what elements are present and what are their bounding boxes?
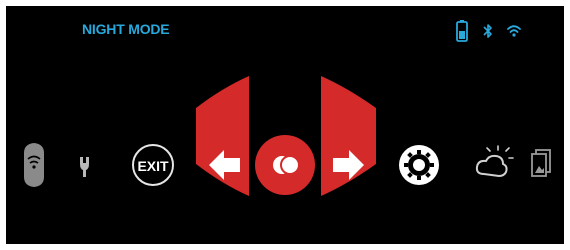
nav-left-button[interactable]: [196, 76, 249, 196]
day-night-icon[interactable]: [475, 145, 514, 178]
device-screen: NIGHT MODE EXIT: [6, 6, 564, 244]
settings-gear-icon[interactable]: [399, 145, 439, 185]
mode-toggle-icon: [273, 155, 300, 175]
exit-button[interactable]: EXIT: [132, 144, 174, 186]
mode-toggle-button[interactable]: [255, 135, 315, 195]
menu-bar: EXIT: [6, 6, 564, 244]
exit-label: EXIT: [137, 158, 169, 174]
wifi-stream-icon[interactable]: [24, 143, 44, 187]
nav-right-button[interactable]: [321, 76, 376, 196]
gallery-icon[interactable]: [531, 149, 551, 177]
wrench-icon[interactable]: [80, 157, 89, 177]
